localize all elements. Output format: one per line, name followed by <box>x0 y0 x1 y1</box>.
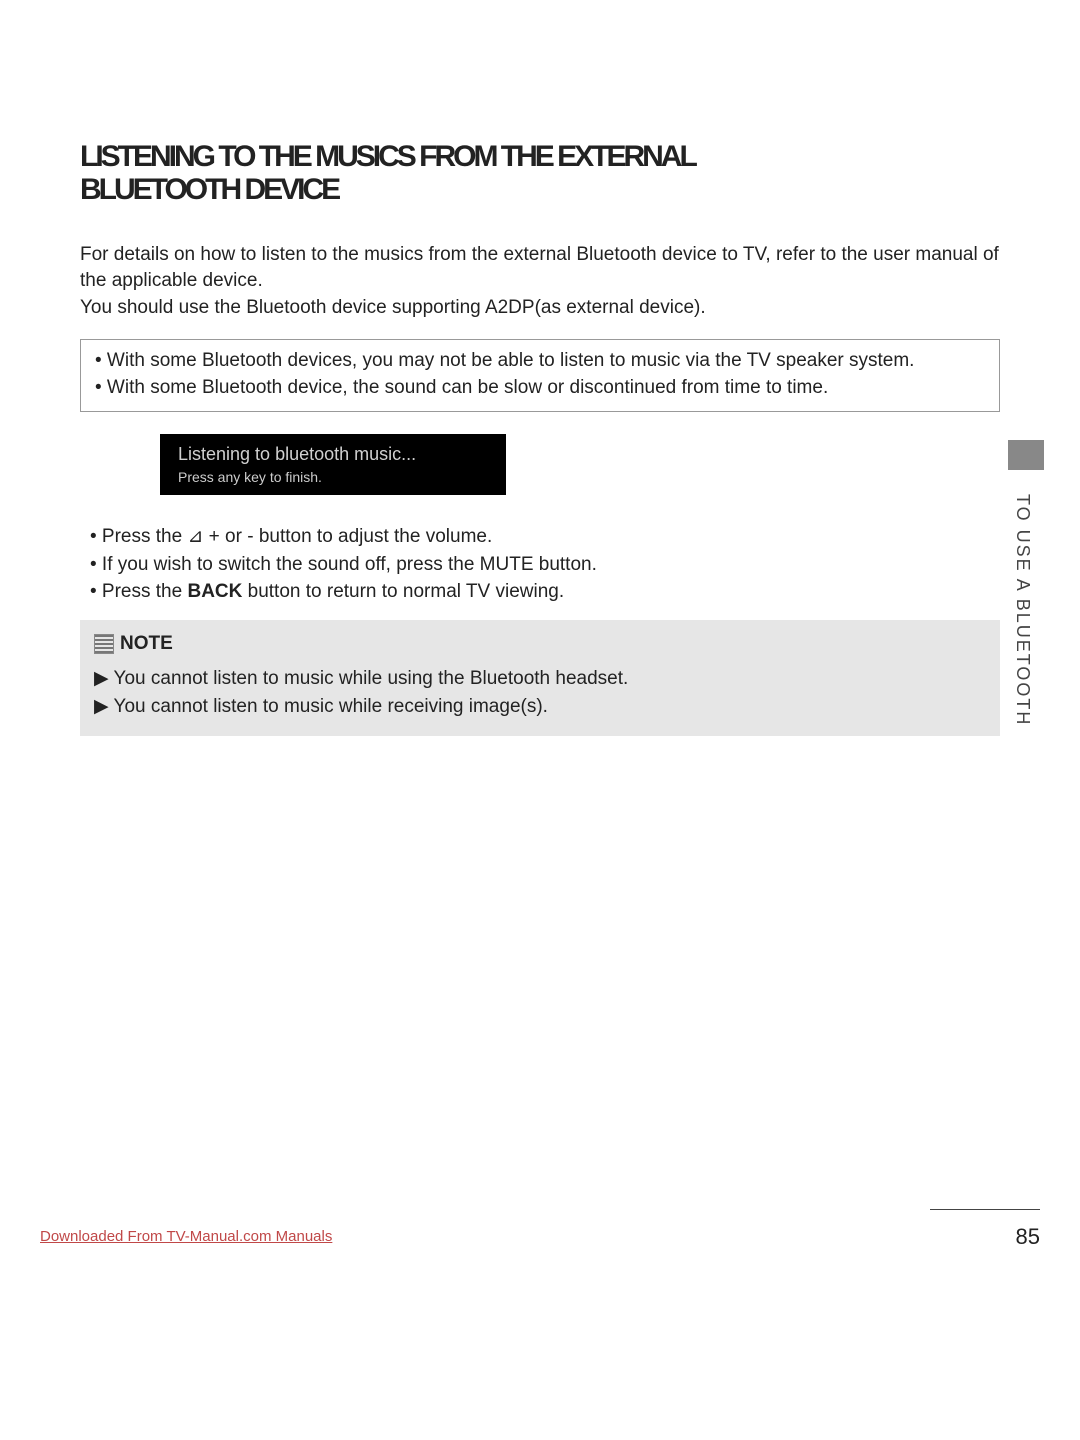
title-line2: BLUETOOTH DEVICE <box>80 173 1000 206</box>
page-title: LISTENING TO THE MUSICS FROM THE EXTERNA… <box>80 140 1000 206</box>
status-popup: Listening to bluetooth music... Press an… <box>160 434 506 495</box>
note-item-1: ▶ You cannot listen to music while using… <box>94 665 986 693</box>
status-line-1: Listening to bluetooth music... <box>178 444 488 465</box>
note-item-2: ▶ You cannot listen to music while recei… <box>94 693 986 721</box>
info-box: • With some Bluetooth devices, you may n… <box>80 339 1000 412</box>
back-key-label: BACK <box>187 581 242 602</box>
instr1-post: + or - button to adjust the volume. <box>203 526 492 547</box>
status-line-2: Press any key to finish. <box>178 469 488 485</box>
info-item-1: • With some Bluetooth devices, you may n… <box>95 348 985 375</box>
instruction-3: • Press the BACK button to return to nor… <box>90 578 1000 606</box>
title-line1: LISTENING TO THE MUSICS FROM THE EXTERNA… <box>80 140 1000 173</box>
instruction-1: • Press the ⊿ + or - button to adjust th… <box>90 523 1000 551</box>
note-icon <box>94 634 114 654</box>
volume-icon: ⊿ <box>187 526 203 547</box>
instruction-2: • If you wish to switch the sound off, p… <box>90 551 1000 579</box>
footer-download-link[interactable]: Downloaded From TV-Manual.com Manuals <box>40 1228 332 1245</box>
side-tab: TO USE A BLUETOOTH <box>1012 440 1040 740</box>
page-content: LISTENING TO THE MUSICS FROM THE EXTERNA… <box>0 0 1080 736</box>
intro-paragraph-1: For details on how to listen to the musi… <box>80 242 1000 293</box>
note-block: NOTE ▶ You cannot listen to music while … <box>80 620 1000 737</box>
instr1-pre: • Press the <box>90 526 187 547</box>
note-title-text: NOTE <box>120 630 173 658</box>
page-number: 85 <box>1016 1224 1040 1250</box>
note-title: NOTE <box>94 630 986 658</box>
page-divider <box>930 1209 1040 1210</box>
instr3-pre: • Press the <box>90 581 187 602</box>
info-item-2: • With some Bluetooth device, the sound … <box>95 375 985 402</box>
instruction-list: • Press the ⊿ + or - button to adjust th… <box>90 523 1000 606</box>
intro-paragraph-2: You should use the Bluetooth device supp… <box>80 295 1000 321</box>
side-section-label: TO USE A BLUETOOTH <box>1012 494 1033 726</box>
instr3-post: button to return to normal TV viewing. <box>242 581 564 602</box>
